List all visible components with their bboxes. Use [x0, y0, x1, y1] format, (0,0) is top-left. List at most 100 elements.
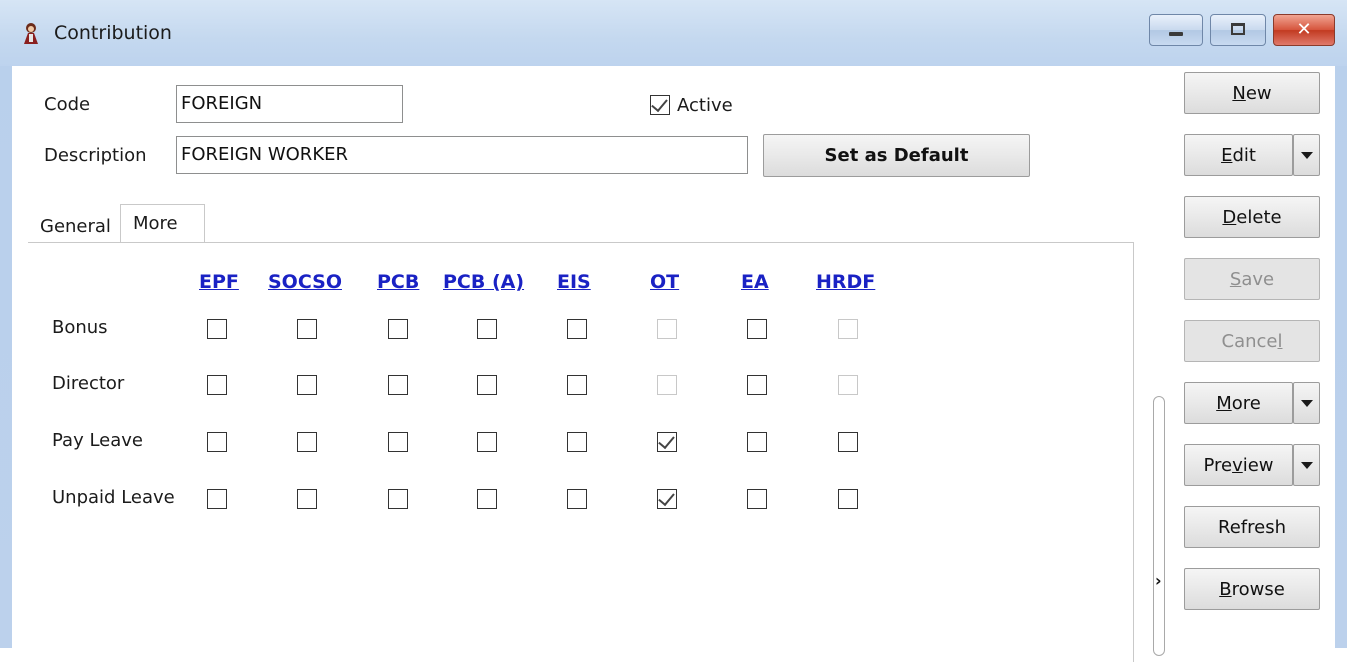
refresh-button-text: Refresh: [1218, 516, 1286, 538]
checkbox-pay-leave-ea[interactable]: [747, 432, 767, 452]
row-label-bonus: Bonus: [52, 317, 108, 338]
checkbox-pay-leave-pcb[interactable]: [388, 432, 408, 452]
cancel-button-accel: l: [1277, 330, 1283, 352]
more-button[interactable]: More: [1184, 382, 1293, 424]
tab-more[interactable]: More: [120, 204, 205, 244]
chevron-down-icon: [1300, 399, 1313, 407]
check-mark-icon: [658, 488, 675, 507]
maximize-icon: [1231, 23, 1245, 35]
column-header-hrdf[interactable]: HRDF: [816, 271, 875, 293]
close-icon: ✕: [1296, 19, 1312, 40]
column-header-eis[interactable]: EIS: [557, 271, 591, 293]
checkbox-unpaid-leave-eis[interactable]: [567, 489, 587, 509]
cancel-button[interactable]: Cance l: [1184, 320, 1320, 362]
checkbox-unpaid-leave-hrdf[interactable]: [838, 489, 858, 509]
checkbox-unpaid-leave-pcb-a[interactable]: [477, 489, 497, 509]
window: Contribution ✕ Code FOREIGN Active Descr…: [0, 0, 1347, 662]
window-title: Contribution: [54, 22, 172, 44]
checkbox-director-eis[interactable]: [567, 375, 587, 395]
tab-general[interactable]: General: [40, 216, 111, 237]
checkbox-bonus-epf[interactable]: [207, 319, 227, 339]
checkbox-pay-leave-epf[interactable]: [207, 432, 227, 452]
active-label: Active: [677, 95, 733, 116]
edit-button[interactable]: Edit: [1184, 134, 1293, 176]
preview-button[interactable]: Pre v iew: [1184, 444, 1293, 486]
check-mark-icon: [651, 94, 668, 113]
cancel-button-text: Cance: [1221, 330, 1278, 352]
checkbox-bonus-pcb[interactable]: [388, 319, 408, 339]
browse-button-text-rest: rowse: [1231, 578, 1285, 600]
column-header-pcb[interactable]: PCB: [377, 271, 419, 293]
description-label: Description: [44, 145, 147, 166]
delete-button[interactable]: Delete: [1184, 196, 1320, 238]
minimize-button[interactable]: [1149, 14, 1203, 46]
checkbox-director-ea[interactable]: [747, 375, 767, 395]
column-header-pcb-a[interactable]: PCB (A): [443, 271, 524, 293]
row-label-director: Director: [52, 373, 125, 394]
set-as-default-button[interactable]: Set as Default: [763, 134, 1030, 177]
maximize-button[interactable]: [1210, 14, 1266, 46]
checkbox-unpaid-leave-socso[interactable]: [297, 489, 317, 509]
checkbox-pay-leave-hrdf[interactable]: [838, 432, 858, 452]
preview-button-text: Pre: [1203, 454, 1233, 476]
checkbox-director-hrdf: [838, 375, 858, 395]
browse-button[interactable]: Browse: [1184, 568, 1320, 610]
column-header-socso[interactable]: SOCSO: [268, 271, 342, 293]
checkbox-pay-leave-socso[interactable]: [297, 432, 317, 452]
minimize-icon: [1169, 32, 1183, 36]
tab-panel-more: [28, 242, 1134, 662]
checkbox-director-epf[interactable]: [207, 375, 227, 395]
checkbox-director-socso[interactable]: [297, 375, 317, 395]
checkbox-director-pcb-a[interactable]: [477, 375, 497, 395]
checkbox-unpaid-leave-pcb[interactable]: [388, 489, 408, 509]
app-doll-icon: [24, 23, 38, 44]
column-header-epf[interactable]: EPF: [199, 271, 239, 293]
code-field[interactable]: FOREIGN: [176, 85, 403, 123]
edit-dropdown-button[interactable]: [1293, 134, 1320, 176]
close-button[interactable]: ✕: [1273, 14, 1335, 46]
preview-split-button[interactable]: Pre v iew: [1184, 444, 1320, 486]
active-checkbox[interactable]: [650, 94, 670, 115]
chevron-down-icon: [1300, 461, 1313, 469]
edit-button-text-rest: dit: [1232, 144, 1256, 166]
panel-splitter[interactable]: [1153, 396, 1165, 656]
more-button-text-rest: ore: [1231, 392, 1261, 414]
checkbox-bonus-eis[interactable]: [567, 319, 587, 339]
preview-button-text-rest: iew: [1242, 454, 1274, 476]
delete-button-text-rest: elete: [1236, 206, 1282, 228]
checkbox-bonus-ea[interactable]: [747, 319, 767, 339]
checkbox-unpaid-leave-ea[interactable]: [747, 489, 767, 509]
preview-dropdown-button[interactable]: [1293, 444, 1320, 486]
edit-button-accel: E: [1221, 144, 1233, 166]
check-mark-icon: [658, 431, 675, 450]
checkbox-bonus-ot: [657, 319, 677, 339]
checkbox-pay-leave-ot[interactable]: [657, 431, 677, 452]
more-split-button[interactable]: More: [1184, 382, 1320, 424]
client-area: Code FOREIGN Active Description FOREIGN …: [12, 66, 1335, 662]
checkbox-bonus-socso[interactable]: [297, 319, 317, 339]
checkbox-pay-leave-pcb-a[interactable]: [477, 432, 497, 452]
new-button[interactable]: New: [1184, 72, 1320, 114]
refresh-button[interactable]: Refresh: [1184, 506, 1320, 548]
description-field[interactable]: FOREIGN WORKER: [176, 136, 748, 174]
edit-split-button[interactable]: Edit: [1184, 134, 1320, 176]
more-dropdown-button[interactable]: [1293, 382, 1320, 424]
save-button-text-rest: ave: [1241, 268, 1275, 290]
checkbox-unpaid-leave-epf[interactable]: [207, 489, 227, 509]
checkbox-director-ot: [657, 375, 677, 395]
new-button-text-rest: ew: [1245, 82, 1272, 104]
checkbox-unpaid-leave-ot[interactable]: [657, 488, 677, 509]
more-button-accel: M: [1216, 392, 1232, 414]
column-header-ot[interactable]: OT: [650, 271, 679, 293]
save-button[interactable]: Save: [1184, 258, 1320, 300]
code-label: Code: [44, 94, 91, 115]
title-bar[interactable]: Contribution ✕: [0, 0, 1347, 66]
column-header-ea[interactable]: EA: [741, 271, 769, 293]
row-label-pay-leave: Pay Leave: [52, 430, 143, 451]
checkbox-bonus-pcb-a[interactable]: [477, 319, 497, 339]
browse-button-accel: B: [1219, 578, 1232, 600]
checkbox-director-pcb[interactable]: [388, 375, 408, 395]
checkbox-pay-leave-eis[interactable]: [567, 432, 587, 452]
chevron-right-icon[interactable]: ›: [1155, 571, 1162, 590]
row-label-unpaid-leave: Unpaid Leave: [52, 487, 175, 508]
